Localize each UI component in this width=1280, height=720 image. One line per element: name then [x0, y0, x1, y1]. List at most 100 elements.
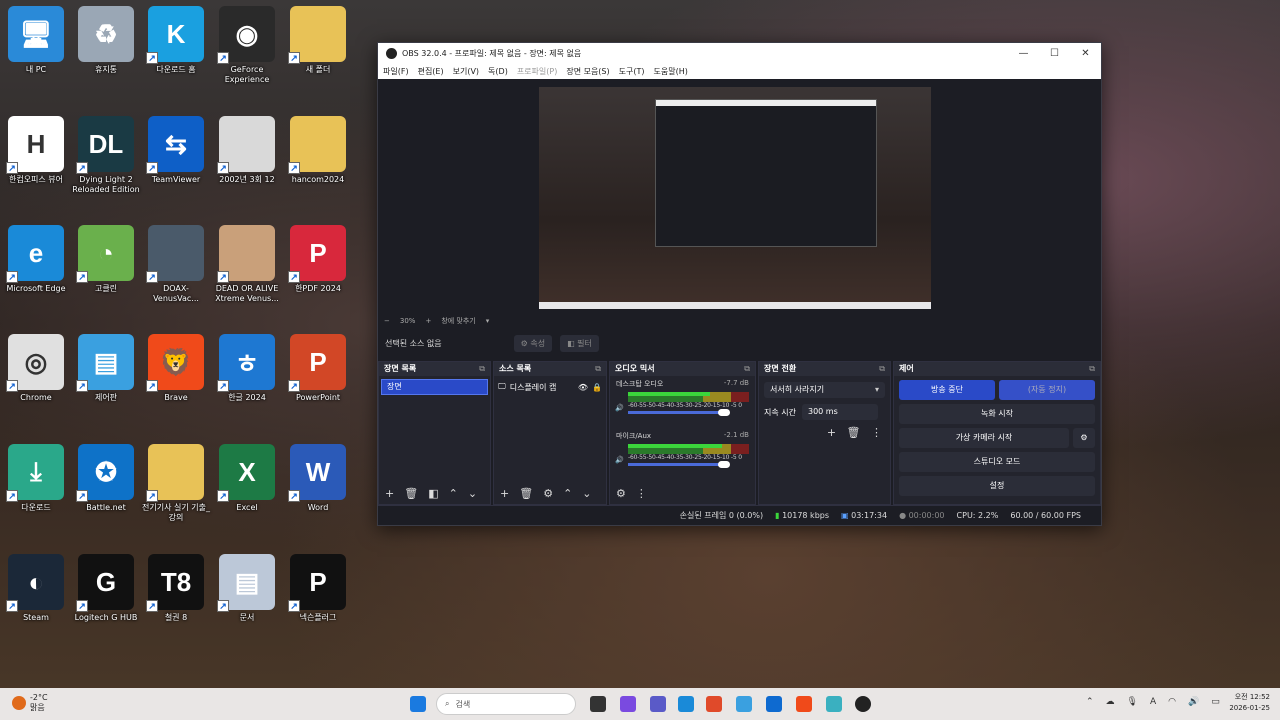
desktop-icon[interactable]: ↗ 새 폴더 — [284, 0, 352, 104]
move-up-button[interactable]: ⌃ — [449, 487, 458, 500]
add-scene-button[interactable]: + — [385, 487, 394, 500]
desktop-icon[interactable]: G ↗ Logitech G HUB — [72, 548, 140, 652]
move-down-button[interactable]: ⌄ — [468, 487, 477, 500]
zoom-out-button[interactable]: − — [384, 317, 390, 325]
battery-icon[interactable]: ▭ — [1211, 697, 1220, 707]
source-item[interactable]: 🖵 디스플레이 캡 👁 🔒 — [498, 380, 602, 394]
desktop-icon[interactable]: ◐ ↗ Steam — [2, 548, 70, 652]
volume-icon[interactable]: 🔊 — [1188, 697, 1199, 707]
desktop-icon[interactable]: ↗ DOAX-VenusVac... — [142, 219, 210, 323]
stop-stream-button[interactable]: 방송 중단 — [899, 380, 995, 400]
task-view-icon[interactable] — [590, 696, 606, 712]
desktop-icon[interactable]: e ↗ Microsoft Edge — [2, 219, 70, 323]
desktop-icon[interactable]: 🖥 내 PC — [2, 0, 70, 104]
preview-area[interactable] — [378, 79, 1101, 315]
ime-indicator[interactable]: A — [1150, 697, 1156, 707]
properties-button[interactable]: ⚙ 속성 — [513, 334, 553, 352]
desktop-icon[interactable]: X ↗ Excel — [213, 438, 281, 542]
filters-button[interactable]: ◧ 필터 — [560, 334, 599, 352]
desktop-icon[interactable]: T8 ↗ 철권 8 — [142, 548, 210, 652]
menu-view[interactable]: 보기(V) — [453, 66, 479, 77]
desktop-icon[interactable]: 🦁 ↗ Brave — [142, 328, 210, 432]
clock[interactable]: 오전 12:52 2026-01-25 — [1229, 692, 1270, 714]
brave-icon[interactable] — [796, 696, 812, 712]
scene-item[interactable]: 장면 — [381, 379, 488, 395]
start-icon[interactable] — [410, 696, 426, 712]
scene-filters-button[interactable]: ◧ — [428, 487, 438, 500]
zoom-fit-select[interactable]: 창에 맞추기 — [441, 316, 475, 326]
search-box[interactable]: ⌕ 검색 — [436, 693, 576, 715]
desktop-icon[interactable]: P ↗ PowerPoint — [284, 328, 352, 432]
desktop-icon[interactable]: ⇆ ↗ TeamViewer — [142, 110, 210, 214]
desktop-icon[interactable]: DL ↗ Dying Light 2 Reloaded Edition — [72, 110, 140, 214]
maximize-button[interactable]: ☐ — [1039, 48, 1070, 59]
duration-input[interactable]: 300 ms — [801, 404, 878, 420]
menu-profile[interactable]: 프로파일(P) — [517, 66, 558, 77]
chevron-down-icon[interactable]: ▾ — [486, 317, 490, 325]
desktop-icon[interactable]: ▤ ↗ 문서 — [213, 548, 281, 652]
weather-widget[interactable]: -2°C 맑음 — [12, 693, 48, 713]
remove-scene-button[interactable]: 🗑 — [404, 487, 418, 500]
desktop-icon[interactable]: ↗ DEAD OR ALIVE Xtreme Venus... — [213, 219, 281, 323]
remove-source-button[interactable]: 🗑 — [519, 487, 533, 500]
transition-select[interactable]: 서서히 사라지기 — [764, 382, 885, 398]
mixer-settings-button[interactable]: ⚙ — [616, 487, 626, 500]
desktop-icon[interactable]: P ↗ 넥슨플러그 — [284, 548, 352, 652]
settings-button[interactable]: 설정 — [899, 476, 1095, 496]
zoom-in-button[interactable]: + — [425, 317, 431, 325]
move-down-button[interactable]: ⌄ — [582, 487, 591, 500]
chrome-icon[interactable] — [706, 696, 722, 712]
minimize-button[interactable]: — — [1008, 48, 1039, 59]
obs-taskbar-icon[interactable] — [855, 696, 871, 712]
network-icon[interactable]: ☁ — [1106, 697, 1115, 707]
menu-help[interactable]: 도움말(H) — [654, 66, 688, 77]
store-icon[interactable] — [736, 696, 752, 712]
menu-dock[interactable]: 독(D) — [488, 66, 508, 77]
studio-mode-button[interactable]: 스튜디오 모드 — [899, 452, 1095, 472]
edge-icon[interactable] — [678, 696, 694, 712]
wifi-icon[interactable]: ◠ — [1168, 697, 1176, 707]
desktop-icon[interactable]: ♻ 휴지통 — [72, 0, 140, 104]
speaker-icon[interactable]: 🔊 — [615, 456, 624, 464]
menu-tools[interactable]: 도구(T) — [619, 66, 645, 77]
auto-stop-button[interactable]: (자동 정지) — [999, 380, 1095, 400]
desktop-icon[interactable]: W ↗ Word — [284, 438, 352, 542]
desktop-icon[interactable]: P ↗ 한PDF 2024 — [284, 219, 352, 323]
virtual-camera-button[interactable]: 가상 카메라 시작 — [899, 428, 1069, 448]
eye-icon[interactable]: 👁 — [578, 383, 588, 392]
desktop-icon[interactable]: ↗ 2002년 3회 12 — [213, 110, 281, 214]
app-icon[interactable] — [826, 696, 842, 712]
speaker-icon[interactable]: 🔊 — [615, 404, 624, 412]
copilot-icon[interactable] — [620, 696, 636, 712]
menu-scene-collection[interactable]: 장면 모음(S) — [566, 66, 609, 77]
desktop-icon[interactable]: ㅎ ↗ 한글 2024 — [213, 328, 281, 432]
record-button[interactable]: 녹화 시작 — [899, 404, 1095, 424]
teams-icon[interactable] — [650, 696, 666, 712]
volume-slider[interactable] — [628, 461, 730, 468]
desktop-icon[interactable]: ▤ ↗ 제어판 — [72, 328, 140, 432]
desktop-icon[interactable]: ↗ hancom2024 — [284, 110, 352, 214]
desktop-icon[interactable]: ✪ ↗ Battle.net — [72, 438, 140, 542]
desktop-icon[interactable]: ⤓ ↗ 다운로드 — [2, 438, 70, 542]
gear-icon[interactable]: ⚙ — [1073, 428, 1095, 448]
transition-menu-button[interactable]: ⋮ — [871, 426, 882, 439]
desktop-icon[interactable]: ◉ ↗ GeForce Experience — [213, 0, 281, 104]
menu-file[interactable]: 파일(F) — [383, 66, 409, 77]
volume-slider[interactable] — [628, 409, 730, 416]
remove-transition-button[interactable]: 🗑 — [847, 426, 861, 439]
mic-icon[interactable]: 🎙 — [1127, 697, 1138, 707]
desktop-icon[interactable]: ↗ 전기기사 실기 기출_강의 — [142, 438, 210, 542]
close-button[interactable]: ✕ — [1070, 48, 1101, 59]
outlook-icon[interactable] — [766, 696, 782, 712]
desktop-icon[interactable]: ◔ ↗ 고클린 — [72, 219, 140, 323]
desktop-icon[interactable]: K ↗ 다운로드 홈 — [142, 0, 210, 104]
mixer-menu-button[interactable]: ⋮ — [636, 487, 647, 500]
menu-edit[interactable]: 편집(E) — [418, 66, 444, 77]
add-transition-button[interactable]: + — [827, 426, 836, 439]
move-up-button[interactable]: ⌃ — [563, 487, 572, 500]
add-source-button[interactable]: + — [500, 487, 509, 500]
chevron-up-icon[interactable]: ⌃ — [1086, 697, 1094, 707]
source-properties-button[interactable]: ⚙ — [543, 487, 553, 500]
lock-icon[interactable]: 🔒 — [592, 383, 602, 392]
desktop-icon[interactable]: ◎ ↗ Chrome — [2, 328, 70, 432]
